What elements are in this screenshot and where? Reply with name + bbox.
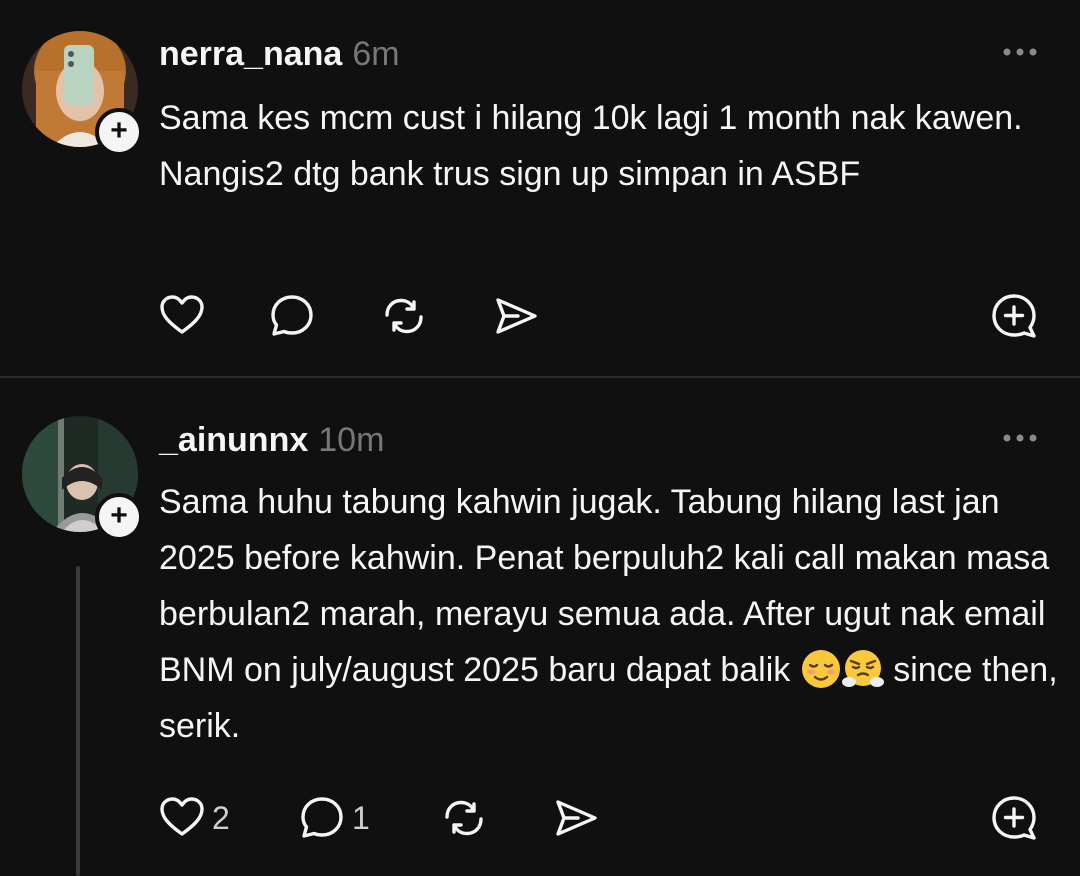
share-icon [552,794,600,842]
reply-button[interactable]: 1 [298,794,370,842]
more-options-icon[interactable] [1000,428,1040,448]
repost-button[interactable] [440,794,488,842]
action-bar [158,292,1038,340]
comment-icon [268,292,316,340]
add-to-feed-button[interactable] [990,292,1038,340]
timestamp: 10m [318,421,385,459]
repost-icon [440,794,488,842]
post-ainunnx: + _ainunnx 10m Sama huhu tabung kahwin ju… [0,378,1080,876]
repost-icon [380,292,428,340]
reply-button[interactable] [268,292,316,340]
add-to-feed-icon [990,794,1038,842]
repost-button[interactable] [380,292,428,340]
like-button[interactable]: 2 [158,794,230,842]
follow-button[interactable]: + [95,493,143,541]
like-button[interactable] [158,292,206,340]
username[interactable]: _ainunnx [159,421,308,459]
heart-icon [158,292,206,340]
post-nerra-nana: + nerra_nana 6m Sama kes mcm cust i hilan… [0,0,1080,376]
steam-from-nose-emoji [841,650,884,689]
more-options-icon[interactable] [1000,42,1040,62]
post-text: Sama huhu tabung kahwin jugak. Tabung hi… [159,474,1059,754]
thread-line [76,566,80,876]
post-header: _ainunnx 10m [159,420,384,460]
post-text: Sama kes mcm cust i hilang 10k lagi 1 mo… [159,99,1023,193]
heart-icon [158,794,206,842]
relieved-face-emoji [800,650,842,689]
follow-button[interactable]: + [95,108,143,156]
add-to-feed-button[interactable] [990,794,1038,842]
share-icon [492,292,540,340]
username[interactable]: nerra_nana [159,35,342,73]
like-count: 2 [212,799,230,836]
comment-icon [298,794,346,842]
timestamp: 6m [352,35,400,73]
reply-count: 1 [352,799,370,836]
share-button[interactable] [552,794,600,842]
share-button[interactable] [492,292,540,340]
post-header: nerra_nana 6m [159,34,400,74]
action-bar: 2 1 [158,794,1038,842]
add-to-feed-icon [990,292,1038,340]
